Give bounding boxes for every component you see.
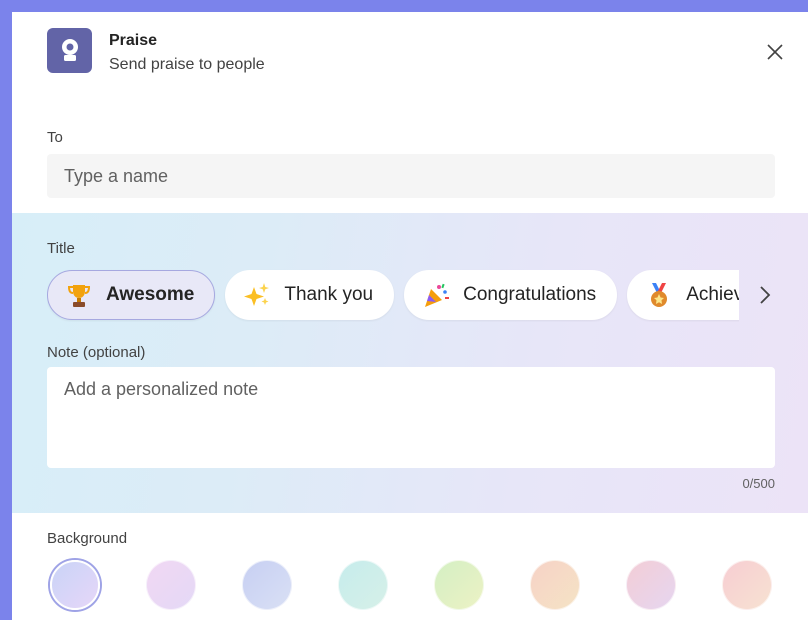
note-textarea[interactable] bbox=[47, 367, 775, 468]
praise-badge-icon bbox=[47, 28, 92, 73]
chip-label: Thank you bbox=[284, 284, 374, 305]
chip-label: Achiever bbox=[686, 284, 739, 305]
chip-label: Congratulations bbox=[463, 284, 597, 305]
close-button[interactable] bbox=[762, 39, 788, 65]
app-title: Praise bbox=[109, 32, 158, 49]
praise-dialog: Praise Send praise to people To Title bbox=[12, 12, 808, 620]
chevron-right-icon bbox=[760, 286, 771, 304]
to-name-input[interactable] bbox=[47, 154, 775, 198]
note-label: Note (optional) bbox=[47, 344, 146, 361]
medal-icon bbox=[644, 280, 674, 310]
background-swatch-7[interactable] bbox=[626, 560, 676, 610]
chip-achiever[interactable]: Achiever bbox=[627, 270, 739, 320]
chip-congratulations[interactable]: Congratulations bbox=[404, 270, 618, 320]
app-subtitle: Send praise to people bbox=[109, 56, 265, 73]
title-section: Title Awesome Thank you Congratulations … bbox=[12, 213, 808, 513]
title-chips-viewport: Awesome Thank you Congratulations Achiev bbox=[47, 268, 739, 322]
background-swatch-3[interactable] bbox=[242, 560, 292, 610]
title-label: Title bbox=[47, 240, 75, 257]
to-label: To bbox=[47, 129, 63, 146]
background-swatch-8[interactable] bbox=[722, 560, 772, 610]
background-swatch-5[interactable] bbox=[434, 560, 484, 610]
background-swatch-4[interactable] bbox=[338, 560, 388, 610]
party-popper-icon bbox=[421, 280, 451, 310]
title-chips: Awesome Thank you Congratulations Achiev bbox=[47, 268, 739, 322]
note-character-counter: 0/500 bbox=[742, 476, 775, 491]
close-icon bbox=[767, 44, 783, 60]
chip-label: Awesome bbox=[106, 284, 195, 305]
sparkles-icon bbox=[242, 280, 272, 310]
background-label: Background bbox=[47, 530, 128, 547]
chip-thank-you[interactable]: Thank you bbox=[225, 270, 395, 320]
chips-next-button[interactable] bbox=[750, 280, 780, 310]
background-swatch-1[interactable] bbox=[50, 560, 100, 610]
background-swatch-2[interactable] bbox=[146, 560, 196, 610]
trophy-icon bbox=[64, 280, 94, 310]
background-swatch-6[interactable] bbox=[530, 560, 580, 610]
chip-awesome[interactable]: Awesome bbox=[47, 270, 216, 320]
